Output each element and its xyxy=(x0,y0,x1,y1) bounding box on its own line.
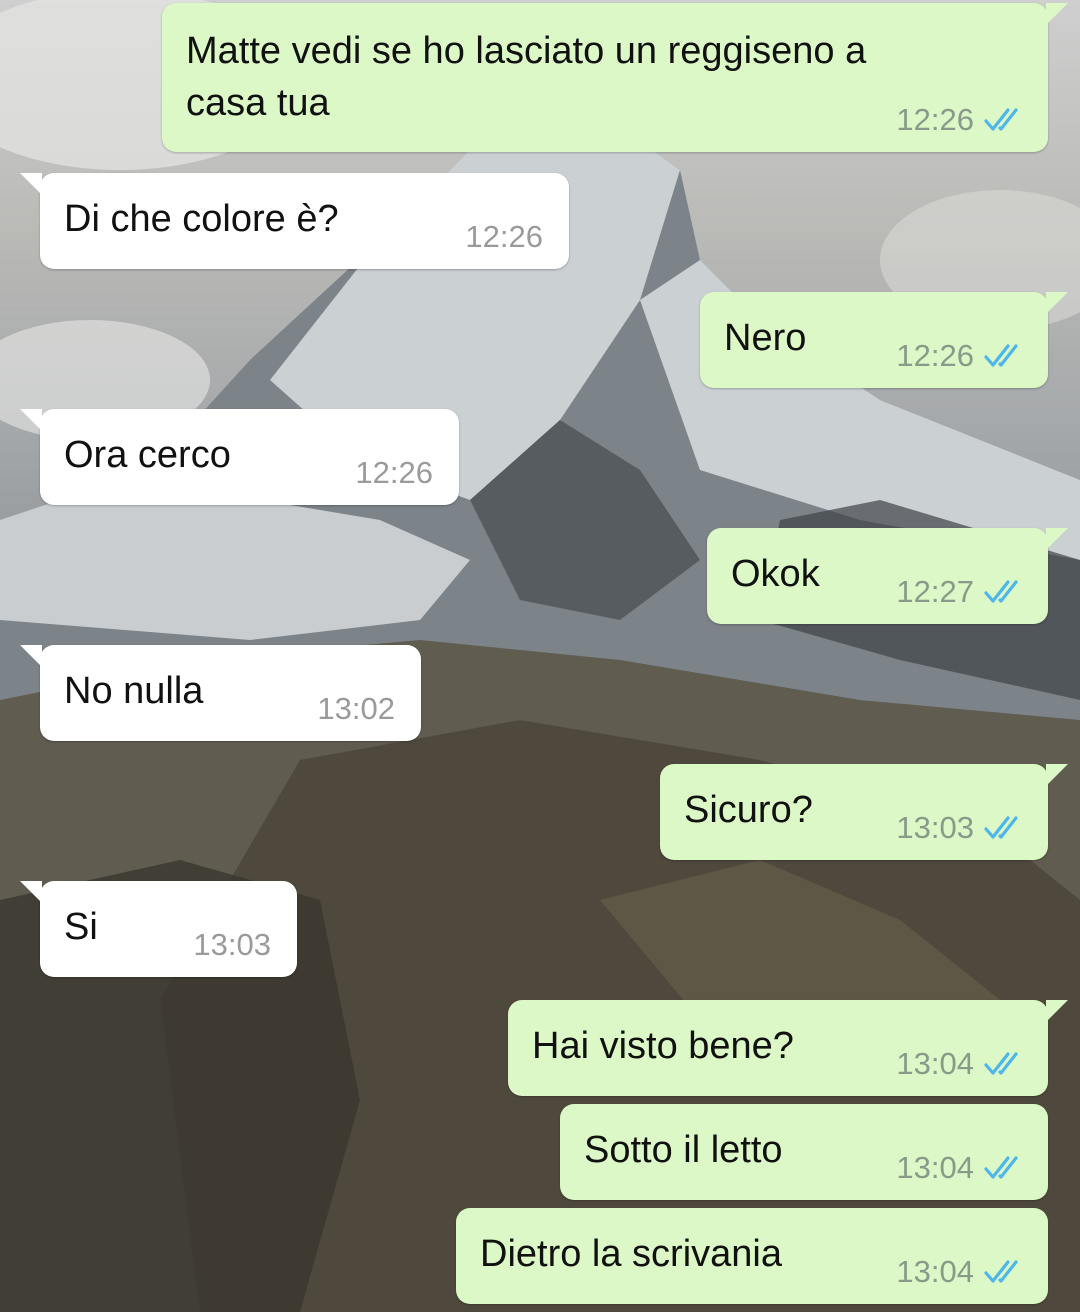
incoming-message[interactable]: No nulla 13:02 xyxy=(20,645,421,741)
message-time: 12:26 xyxy=(896,102,974,137)
message-text: Nero xyxy=(724,317,807,359)
message-meta: 12:26 xyxy=(896,102,1026,138)
incoming-message[interactable]: Di che colore è? 12:26 xyxy=(20,173,569,269)
message-time: 12:26 xyxy=(896,338,974,373)
outgoing-message[interactable]: Dietro la scrivania 13:04 xyxy=(456,1208,1048,1304)
message-time: 12:26 xyxy=(355,455,433,490)
double-check-icon xyxy=(984,1052,1018,1075)
message-time: 12:27 xyxy=(896,574,974,609)
message-meta: 12:26 xyxy=(465,219,543,255)
outgoing-message[interactable]: Hai visto bene? 13:04 xyxy=(508,1000,1068,1096)
message-time: 13:04 xyxy=(896,1254,974,1289)
message-time: 13:03 xyxy=(193,927,271,962)
incoming-message[interactable]: Si 13:03 xyxy=(20,881,297,977)
message-text: Dietro la scrivania xyxy=(480,1233,782,1275)
message-text: Di che colore è? xyxy=(64,198,339,240)
message-text: Okok xyxy=(731,553,820,595)
message-text: Hai visto bene? xyxy=(532,1025,794,1067)
message-text: No nulla xyxy=(64,670,204,712)
double-check-icon xyxy=(984,1260,1018,1283)
message-meta: 12:26 xyxy=(896,338,1026,374)
incoming-message[interactable]: Ora cerco 12:26 xyxy=(20,409,459,505)
message-meta: 12:27 xyxy=(896,574,1026,610)
message-text: Sotto il letto xyxy=(584,1129,783,1171)
outgoing-message[interactable]: Okok 12:27 xyxy=(707,528,1068,624)
message-meta: 13:04 xyxy=(896,1254,1026,1290)
double-check-icon xyxy=(984,580,1018,603)
message-time: 13:04 xyxy=(896,1046,974,1081)
message-time: 12:26 xyxy=(465,219,543,254)
outgoing-message[interactable]: Nero 12:26 xyxy=(700,292,1068,388)
message-time: 13:03 xyxy=(896,810,974,845)
message-meta: 13:03 xyxy=(896,810,1026,846)
message-time: 13:02 xyxy=(317,691,395,726)
message-time: 13:04 xyxy=(896,1150,974,1185)
message-meta: 13:04 xyxy=(896,1046,1026,1082)
outgoing-message[interactable]: Sotto il letto 13:04 xyxy=(560,1104,1048,1200)
message-meta: 13:04 xyxy=(896,1150,1026,1186)
double-check-icon xyxy=(984,344,1018,367)
double-check-icon xyxy=(984,1156,1018,1179)
message-text: Si xyxy=(64,906,98,948)
message-meta: 13:02 xyxy=(317,691,395,727)
message-text: Ora cerco xyxy=(64,434,231,476)
double-check-icon xyxy=(984,816,1018,839)
message-meta: 12:26 xyxy=(355,455,433,491)
message-meta: 13:03 xyxy=(193,927,271,963)
outgoing-message[interactable]: Sicuro? 13:03 xyxy=(660,764,1068,860)
double-check-icon xyxy=(984,108,1018,131)
message-text: Matte vedi se ho lasciato un reggiseno a… xyxy=(186,30,867,124)
message-text: Sicuro? xyxy=(684,789,813,831)
outgoing-message[interactable]: Matte vedi se ho lasciato un reggiseno a… xyxy=(162,3,1068,152)
